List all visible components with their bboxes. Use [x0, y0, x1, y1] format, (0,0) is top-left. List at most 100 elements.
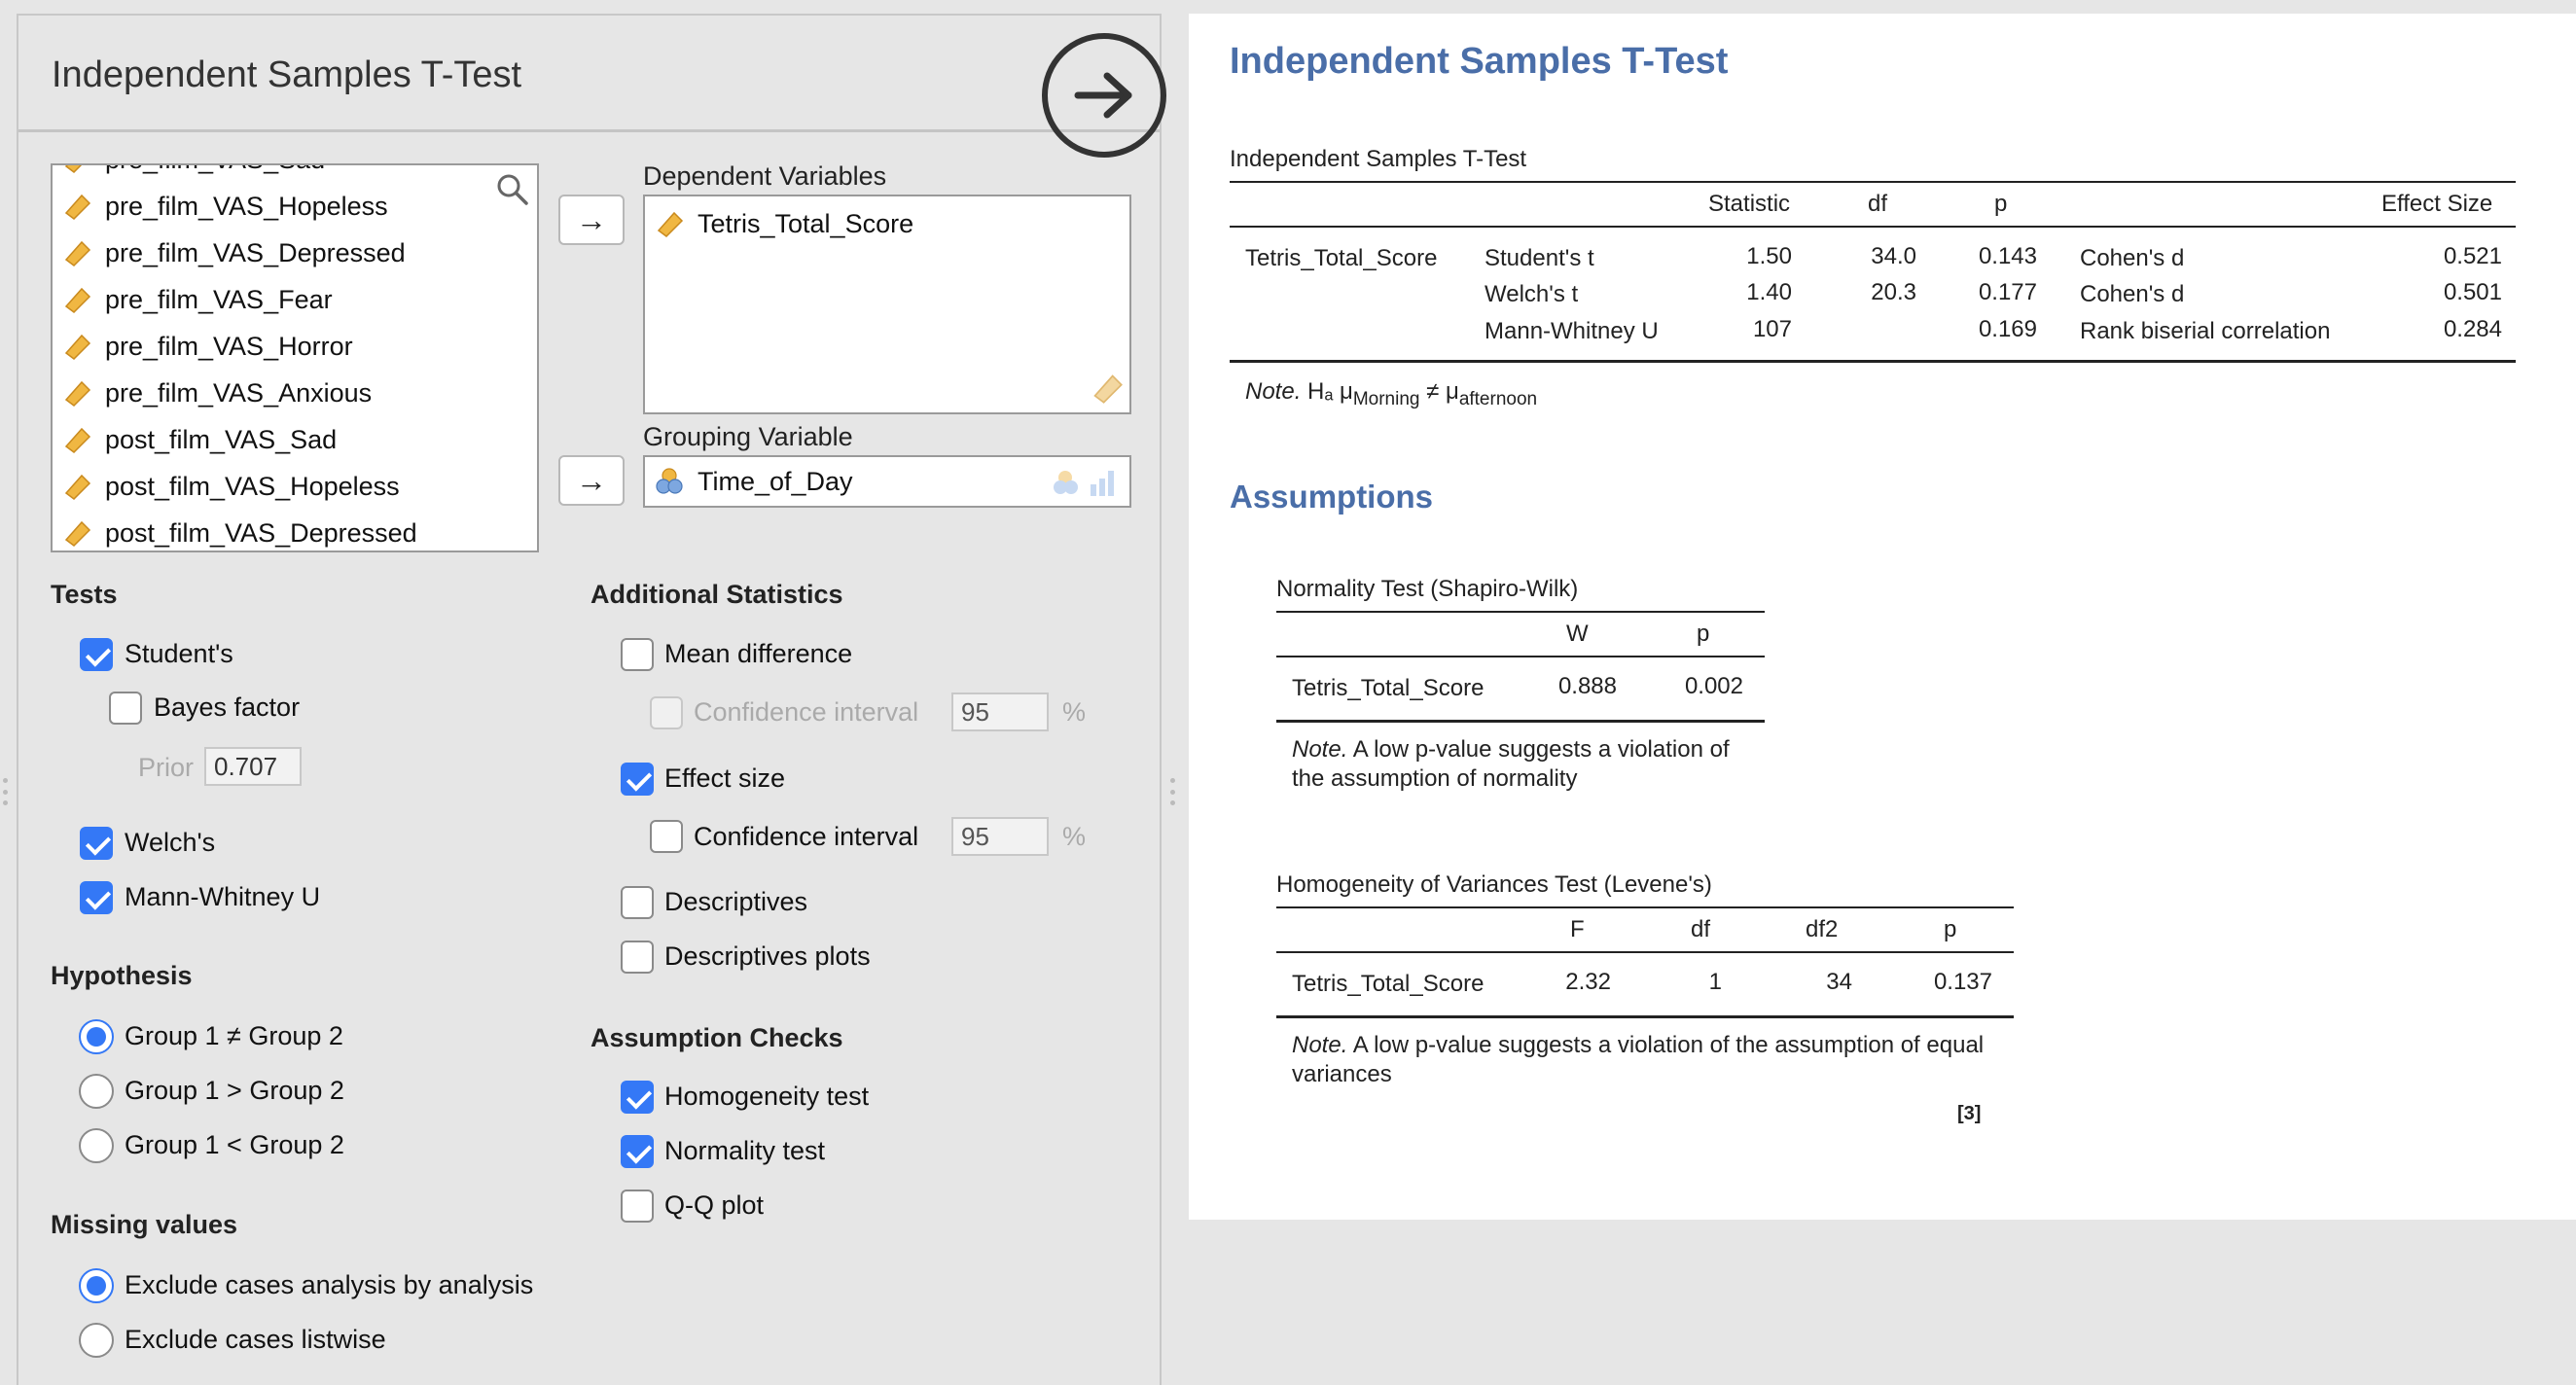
hypothesis-lt-radio[interactable] — [79, 1128, 114, 1163]
hypothesis-heading: Hypothesis — [51, 961, 193, 990]
levene-table-caption: Homogeneity of Variances Test (Levene's) — [1276, 871, 1712, 898]
levene-df2: 34 — [1826, 969, 1852, 995]
ttest-row-p: 0.177 — [1978, 279, 2037, 305]
variables-list[interactable]: pre_film_VAS_Sad pre_film_VAS_Hopeless p… — [51, 163, 539, 552]
ttest-row-es-name: Cohen's d — [2080, 281, 2185, 307]
results-panel: Independent Samples T-Test Independent S… — [1189, 14, 2576, 1220]
exclude-listwise-radio[interactable] — [79, 1323, 114, 1358]
levene-f: 2.32 — [1565, 969, 1611, 995]
hypothesis-lt-label: Group 1 < Group 2 — [125, 1130, 344, 1159]
move-to-grouping-button[interactable]: → — [558, 455, 625, 506]
effect-size-label: Effect size — [664, 764, 786, 793]
homogeneity-test-label: Homogeneity test — [664, 1082, 870, 1111]
panel-header: Independent Samples T-Test — [18, 16, 1166, 158]
scale-ruler-icon — [64, 427, 91, 453]
nominal-circles-icon — [656, 468, 683, 494]
grouping-variable-box[interactable]: Time_of_Day — [643, 455, 1131, 508]
hypothesis-neq-label: Group 1 ≠ Group 2 — [125, 1021, 343, 1050]
ttest-row-statistic: 1.50 — [1746, 243, 1792, 269]
table-rule — [1276, 720, 1765, 723]
qq-plot-label: Q-Q plot — [664, 1190, 765, 1220]
table-rule — [1230, 226, 2516, 228]
table-rule — [1230, 181, 2516, 183]
ttest-row-df: 20.3 — [1871, 279, 1916, 305]
list-item[interactable]: pre_film_VAS_Hopeless — [62, 185, 388, 228]
effect-size-ci-checkbox[interactable] — [650, 820, 683, 853]
hypothesis-neq-radio[interactable] — [79, 1019, 114, 1054]
mann-whitney-checkbox[interactable] — [80, 881, 113, 914]
ttest-row-p: 0.143 — [1978, 243, 2037, 269]
homogeneity-test-checkbox[interactable] — [621, 1081, 654, 1114]
bayes-factor-checkbox[interactable] — [109, 692, 142, 725]
table-rule — [1276, 611, 1765, 613]
header-p: p — [1994, 191, 2008, 217]
descriptives-plots-checkbox[interactable] — [621, 941, 654, 974]
ttest-row-statistic: 107 — [1752, 316, 1792, 342]
mann-whitney-label: Mann-Whitney U — [125, 882, 321, 911]
mean-diff-ci-checkbox[interactable] — [650, 696, 683, 729]
list-item[interactable]: post_film_VAS_Sad — [62, 418, 337, 461]
list-item[interactable]: Tetris_Total_Score — [655, 202, 913, 245]
mean-diff-ci-percent: % — [1062, 697, 1087, 727]
splitter-handle[interactable] — [1169, 778, 1175, 805]
list-item[interactable]: post_film_VAS_Depressed — [62, 512, 417, 550]
normality-p: 0.002 — [1684, 673, 1743, 699]
assumption-checks-heading: Assumption Checks — [590, 1023, 843, 1052]
effect-size-checkbox[interactable] — [621, 763, 654, 796]
move-to-dependent-button[interactable]: → — [558, 195, 625, 245]
students-checkbox[interactable] — [80, 638, 113, 671]
students-label: Student's — [125, 639, 233, 668]
normality-variable: Tetris_Total_Score — [1292, 675, 1485, 701]
ttest-row-statistic: 1.40 — [1746, 279, 1792, 305]
ttest-row-test: Student's t — [1485, 245, 1594, 271]
list-item[interactable]: post_film_VAS_Hopeless — [62, 465, 400, 508]
prior-field[interactable]: 0.707 — [204, 747, 302, 786]
list-item[interactable]: pre_film_VAS_Sad — [62, 165, 325, 181]
ttest-row-df: 34.0 — [1871, 243, 1916, 269]
descriptives-checkbox[interactable] — [621, 886, 654, 919]
reference-marker[interactable]: [3] — [1957, 1103, 1981, 1125]
list-item[interactable]: Time_of_Day — [655, 460, 853, 503]
mean-difference-checkbox[interactable] — [621, 638, 654, 671]
header-p: p — [1944, 916, 1957, 942]
ttest-row-es: 0.501 — [2443, 279, 2502, 305]
list-item[interactable]: pre_film_VAS_Depressed — [62, 231, 406, 274]
table-rule — [1276, 656, 1765, 657]
ttest-row-p: 0.169 — [1978, 316, 2037, 342]
search-icon[interactable] — [496, 173, 529, 206]
tests-heading: Tests — [51, 580, 118, 609]
splitter-handle-left[interactable] — [2, 778, 8, 805]
ttest-row-es: 0.284 — [2443, 316, 2502, 342]
ttest-row-es-name: Rank biserial correlation — [2080, 318, 2331, 344]
list-item[interactable]: pre_film_VAS_Anxious — [62, 372, 372, 414]
hypothesis-gt-radio[interactable] — [79, 1074, 114, 1109]
normality-test-label: Normality test — [664, 1136, 826, 1165]
ttest-note: Note. Hₐ μMorning ≠ μafternoon — [1245, 378, 1538, 409]
ttest-row-test: Welch's t — [1485, 281, 1579, 307]
normality-table-caption: Normality Test (Shapiro-Wilk) — [1276, 576, 1579, 602]
normality-test-checkbox[interactable] — [621, 1135, 654, 1168]
exclude-analysis-radio[interactable] — [79, 1268, 114, 1303]
header-df: df — [1868, 191, 1888, 217]
ttest-row-test: Mann-Whitney U — [1485, 318, 1659, 344]
run-arrow-button[interactable] — [1042, 33, 1166, 158]
effect-size-ci-field[interactable]: 95 — [951, 817, 1049, 856]
list-item[interactable]: pre_film_VAS_Horror — [62, 325, 353, 368]
hypothesis-gt-label: Group 1 > Group 2 — [125, 1076, 344, 1105]
dependent-variables-label: Dependent Variables — [643, 161, 887, 191]
dependent-variables-box[interactable]: Tetris_Total_Score — [643, 195, 1131, 414]
qq-plot-checkbox[interactable] — [621, 1190, 654, 1223]
results-title: Independent Samples T-Test — [1230, 41, 1729, 82]
header-effect-size: Effect Size — [2381, 191, 2493, 217]
scale-ruler-icon — [64, 380, 91, 407]
levene-variable: Tetris_Total_Score — [1292, 971, 1485, 997]
welchs-checkbox[interactable] — [80, 827, 113, 860]
descriptives-label: Descriptives — [664, 887, 808, 916]
mean-diff-ci-field[interactable]: 95 — [951, 692, 1049, 731]
exclude-analysis-label: Exclude cases analysis by analysis — [125, 1270, 534, 1299]
welchs-label: Welch's — [125, 828, 216, 857]
list-item[interactable]: pre_film_VAS_Fear — [62, 278, 333, 321]
exclude-listwise-label: Exclude cases listwise — [125, 1325, 386, 1354]
effect-size-ci-label: Confidence interval — [694, 822, 919, 851]
scale-ruler-icon — [64, 520, 91, 547]
